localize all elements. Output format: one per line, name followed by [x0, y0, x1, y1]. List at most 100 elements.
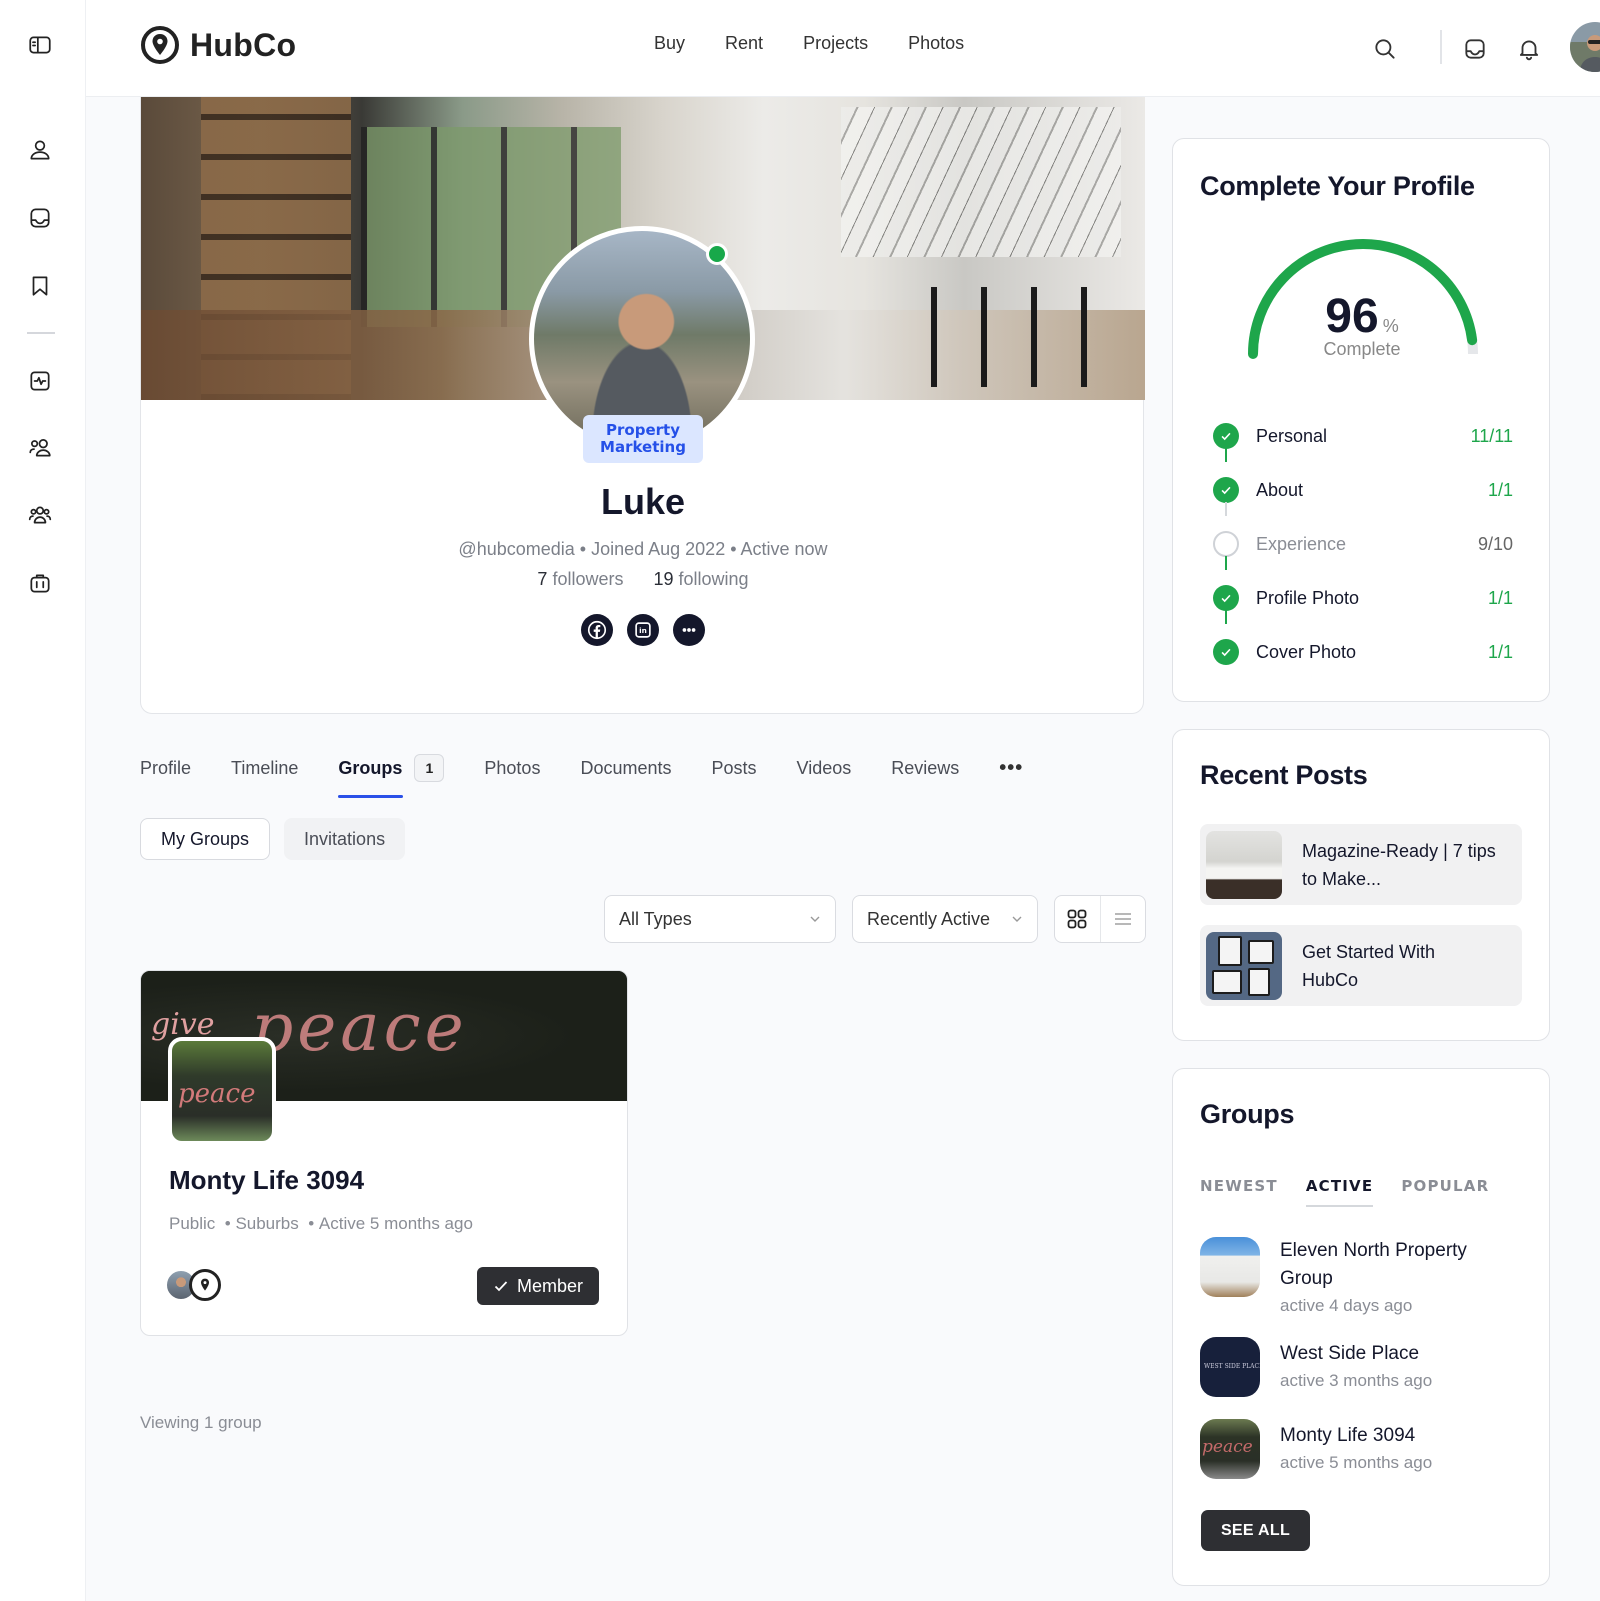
step-profile-photo[interactable]: Profile Photo 1/1: [1213, 571, 1513, 625]
tab-reviews[interactable]: Reviews: [891, 758, 959, 779]
grid-view-button[interactable]: [1055, 896, 1100, 942]
step-label: Cover Photo: [1256, 641, 1357, 662]
post-title-line: HubCo: [1302, 969, 1359, 990]
step-value: 1/1: [1487, 587, 1513, 608]
sort-select[interactable]: Recently Active: [852, 895, 1038, 943]
widget-title: Recent Posts: [1200, 760, 1368, 790]
follow-stats: 7 followers 19 following: [141, 569, 1145, 590]
activity-icon[interactable]: [25, 366, 55, 396]
brand-name: HubCo: [190, 26, 297, 63]
profile-joined: Joined Aug 2022: [591, 539, 726, 559]
group-item-name: Monty Life 3094: [1280, 1425, 1416, 1446]
following-count: 19: [653, 569, 674, 589]
social-links: in: [581, 614, 705, 646]
linkedin-icon[interactable]: in: [627, 614, 659, 646]
header-actions: [1300, 20, 1600, 76]
grid-icon: [1067, 909, 1087, 929]
top-header: HubCo Buy Rent Projects Photos: [86, 0, 1600, 97]
step-label: Personal: [1256, 425, 1328, 446]
subtab-my-groups[interactable]: My Groups: [140, 818, 271, 860]
tab-label: Reviews: [891, 757, 960, 778]
step-value: 9/10: [1477, 533, 1513, 554]
post-title-line: Get Started With: [1302, 941, 1436, 962]
tab-active[interactable]: ACTIVE: [1305, 1177, 1374, 1207]
facebook-icon[interactable]: [581, 614, 613, 646]
group-card[interactable]: give peace peace Monty Life 3094 Public …: [140, 970, 628, 1336]
subtab-invitations[interactable]: Invitations: [284, 818, 406, 860]
percent-sign: %: [1382, 316, 1399, 336]
groups-count-badge: 1: [414, 754, 445, 782]
group-avatar[interactable]: peace: [168, 1037, 276, 1145]
member-avatar[interactable]: [189, 1269, 221, 1301]
tab-popular[interactable]: POPULAR: [1401, 1177, 1489, 1195]
briefcase-icon[interactable]: [25, 568, 55, 598]
nav-rent[interactable]: Rent: [725, 33, 763, 54]
group-thumbnail: [1200, 1237, 1260, 1297]
nav-buy[interactable]: Buy: [654, 33, 685, 54]
tab-videos[interactable]: Videos: [797, 758, 852, 779]
group-item-activity: active 3 months ago: [1280, 1371, 1433, 1390]
check-circle-icon: [1213, 639, 1239, 665]
inbox-icon[interactable]: [1460, 34, 1490, 64]
completion-percent: 96: [1325, 290, 1379, 343]
tab-groups[interactable]: Groups 1: [338, 754, 445, 798]
step-connector: [1225, 556, 1227, 570]
nav-projects[interactable]: Projects: [803, 33, 868, 54]
step-cover-photo[interactable]: Cover Photo 1/1: [1213, 625, 1513, 679]
user-avatar[interactable]: [1570, 22, 1600, 72]
followers-link[interactable]: 7 followers: [537, 569, 623, 589]
profile-steps: Personal 11/11 About 1/1 Experience 9/10…: [1213, 409, 1513, 679]
more-icon[interactable]: [673, 614, 705, 646]
followers-count: 7: [537, 569, 548, 589]
recent-post-item[interactable]: Magazine-Ready | 7 tips to Make...: [1200, 824, 1522, 905]
profile-meta: @hubcomedia • Joined Aug 2022 • Active n…: [141, 539, 1145, 560]
bell-icon[interactable]: [1514, 34, 1544, 64]
connections-icon[interactable]: [25, 433, 55, 463]
completion-label: Complete: [1323, 339, 1401, 359]
header-divider: [1440, 30, 1442, 64]
tab-documents[interactable]: Documents: [580, 758, 671, 779]
tab-label: Photos: [484, 757, 541, 778]
type-filter-select[interactable]: All Types: [604, 895, 836, 943]
following-link[interactable]: 19 following: [653, 569, 748, 589]
meta-separator: •: [574, 539, 592, 559]
search-icon[interactable]: [1370, 34, 1400, 64]
profile-card: Property Marketing Luke @hubcomedia • Jo…: [140, 97, 1145, 714]
role-badge-line2: Marketing: [600, 438, 686, 456]
location-pin-icon: [201, 1278, 209, 1291]
group-thumbnail: WEST SIDE PLACE: [1200, 1337, 1260, 1397]
group-avatar-text: peace: [178, 1079, 256, 1109]
step-personal[interactable]: Personal 11/11: [1213, 409, 1513, 463]
step-about[interactable]: About 1/1: [1213, 463, 1513, 517]
tab-timeline[interactable]: Timeline: [231, 758, 298, 779]
recent-post-item[interactable]: Get Started With HubCo: [1200, 925, 1522, 1006]
step-experience[interactable]: Experience 9/10: [1213, 517, 1513, 571]
see-all-button[interactable]: SEE ALL: [1201, 1510, 1310, 1551]
group-name[interactable]: Monty Life 3094: [169, 1165, 364, 1196]
groups-icon[interactable]: [25, 500, 55, 530]
group-list-item[interactable]: Eleven North Property Group active 4 day…: [1200, 1237, 1467, 1319]
nav-photos[interactable]: Photos: [908, 33, 964, 54]
list-view-button[interactable]: [1099, 896, 1146, 942]
tab-photos[interactable]: Photos: [484, 758, 540, 779]
chevron-down-icon: [1012, 916, 1022, 922]
member-button[interactable]: Member: [476, 1267, 599, 1305]
member-button-label: Member: [516, 1275, 583, 1296]
tab-label: Videos: [796, 757, 852, 778]
tab-newest[interactable]: NEWEST: [1200, 1177, 1278, 1195]
inbox-icon[interactable]: [25, 203, 55, 233]
group-list-item[interactable]: peace Monty Life 3094 active 5 months ag…: [1200, 1419, 1432, 1479]
group-list-item[interactable]: WEST SIDE PLACE West Side Place active 3…: [1200, 1337, 1432, 1397]
following-label: following: [678, 569, 749, 589]
brand-logo[interactable]: HubCo: [140, 25, 296, 65]
check-circle-icon: [1213, 423, 1239, 449]
bookmark-icon[interactable]: [25, 271, 55, 301]
sidebar-toggle-icon[interactable]: [25, 30, 55, 60]
tab-profile[interactable]: Profile: [140, 758, 191, 779]
tab-posts[interactable]: Posts: [712, 758, 757, 779]
step-label: About: [1256, 479, 1304, 500]
step-connector: [1225, 610, 1227, 624]
profile-icon[interactable]: [25, 135, 55, 165]
completion-value: 96%: [1173, 289, 1551, 344]
tabs-more-button[interactable]: •••: [999, 757, 1023, 780]
